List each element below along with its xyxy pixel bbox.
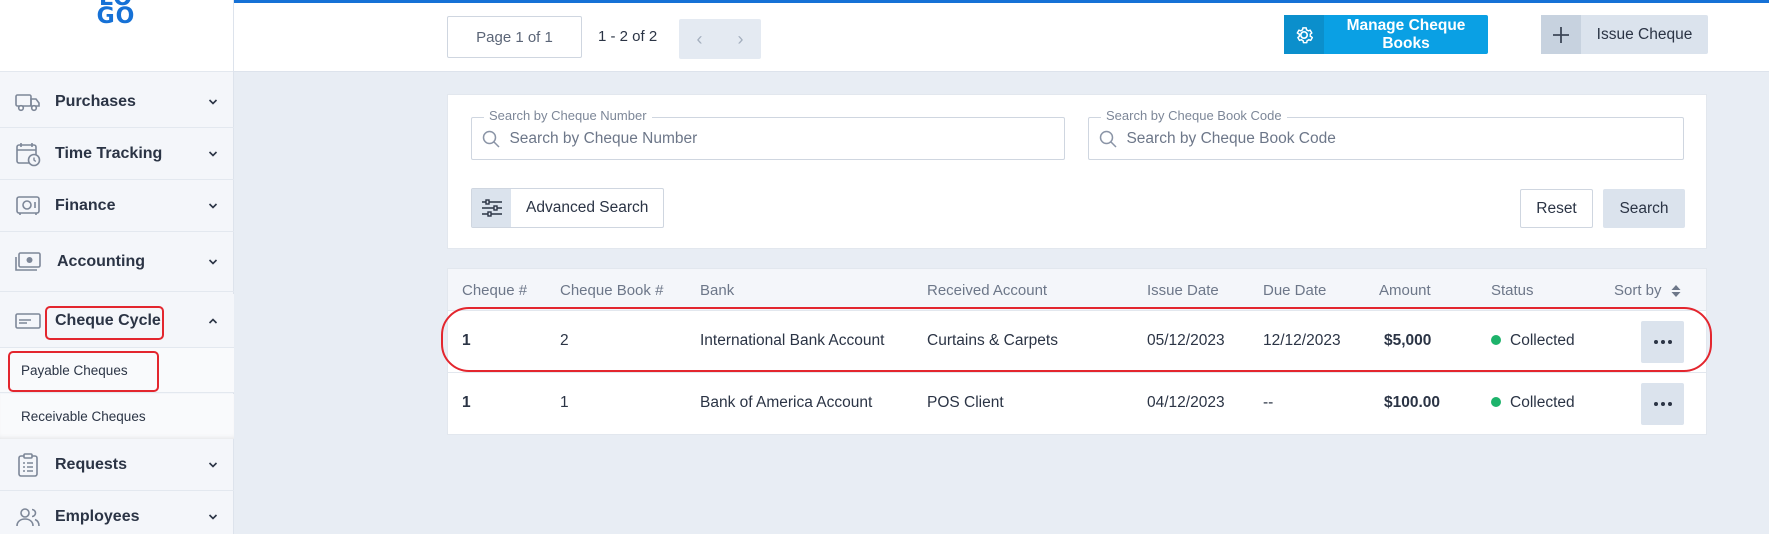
cell-received-account: Curtains & Carpets (927, 332, 1058, 349)
sidebar-item-label: Time Tracking (55, 144, 163, 162)
status-badge: Collected (1491, 394, 1575, 412)
cheque-number-search-label: Search by Cheque Number (484, 108, 652, 123)
table-row[interactable]: 1 2 International Bank Account Curtains … (448, 311, 1706, 373)
table-row[interactable]: 1 1 Bank of America Account POS Client 0… (448, 373, 1706, 435)
row-actions-button[interactable] (1641, 321, 1684, 363)
plus-icon (1541, 15, 1581, 54)
cell-cheque: 1 (462, 394, 471, 411)
clipboard-icon (14, 452, 42, 478)
cheques-table: Cheque # Cheque Book # Bank Received Acc… (447, 268, 1707, 435)
search-panel: Search by Cheque Number Search by Cheque… (447, 94, 1707, 249)
table-header: Cheque # Cheque Book # Bank Received Acc… (448, 269, 1706, 311)
cell-cheque-book: 1 (560, 394, 569, 411)
gear-icon (1284, 15, 1324, 54)
cheque-book-search-field[interactable]: Search by Cheque Book Code (1088, 108, 1684, 160)
chevron-left-icon[interactable]: ‹ (679, 19, 720, 59)
chevron-down-icon (208, 461, 218, 468)
manage-cheque-books-label: Manage Cheque Books (1346, 16, 1466, 52)
status-dot-icon (1491, 397, 1501, 407)
chevron-down-icon (208, 514, 218, 520)
truck-icon (14, 89, 42, 115)
sidebar: LO GO Purchases Time Tracking Finance Ac… (0, 0, 234, 534)
column-header-cheque-book: Cheque Book # (560, 282, 664, 299)
cell-due-date: -- (1263, 394, 1274, 411)
sidebar-item-label: Employees (55, 508, 140, 525)
column-header-amount: Amount (1379, 282, 1431, 299)
sidebar-subitem-label: Receivable Cheques (21, 409, 146, 424)
chevron-down-icon (208, 258, 218, 265)
safe-icon (14, 193, 42, 219)
cell-bank: International Bank Account (700, 332, 885, 349)
cell-amount: $100.00 (1384, 394, 1441, 411)
pagination-count: 1 - 2 of 2 (598, 28, 658, 45)
logo-area: LO GO (0, 0, 233, 72)
sidebar-item-employees[interactable]: Employees (0, 491, 234, 534)
sidebar-item-label: Purchases (55, 92, 136, 110)
cash-icon (14, 249, 42, 275)
cell-due-date: 12/12/2023 (1263, 332, 1341, 349)
cell-bank: Bank of America Account (700, 394, 873, 411)
sidebar-item-finance[interactable]: Finance (0, 180, 234, 232)
sidebar-item-accounting[interactable]: Accounting (0, 232, 234, 292)
search-icon (472, 130, 509, 148)
status-badge: Collected (1491, 332, 1575, 350)
column-header-due-date: Due Date (1263, 282, 1327, 299)
top-bar: Page 1 of 1 1 - 2 of 2 ‹ › Manage Cheque… (234, 0, 1769, 72)
status-label: Collected (1510, 332, 1575, 349)
sidebar-subitem-label: Payable Cheques (21, 362, 128, 378)
column-header-received-account: Received Account (927, 282, 1048, 299)
advanced-search-label: Advanced Search (526, 199, 649, 216)
column-header-bank: Bank (700, 282, 735, 299)
cell-received-account: POS Client (927, 394, 1004, 411)
cheque-number-search-field[interactable]: Search by Cheque Number (471, 108, 1065, 160)
search-icon (1089, 130, 1126, 148)
sidebar-item-time-tracking[interactable]: Time Tracking (0, 128, 234, 180)
calendar-clock-icon (14, 141, 42, 167)
sidebar-subitem-payable-cheques[interactable]: Payable Cheques (0, 348, 234, 393)
cell-amount: $5,000 (1384, 332, 1432, 349)
pagination-nav: ‹ › (679, 19, 761, 59)
cheque-icon (14, 308, 42, 334)
cheque-number-search-input[interactable] (509, 129, 1064, 148)
sliders-icon (472, 189, 511, 227)
row-actions-button[interactable] (1641, 383, 1684, 425)
advanced-search-button[interactable]: Advanced Search (471, 188, 664, 228)
sidebar-item-label: Cheque Cycle (55, 311, 161, 329)
cell-cheque-book: 2 (560, 332, 569, 349)
chevron-up-icon (208, 317, 218, 324)
cheque-book-search-label: Search by Cheque Book Code (1101, 108, 1287, 123)
column-header-cheque: Cheque # (462, 282, 528, 299)
reset-button[interactable]: Reset (1520, 189, 1593, 228)
column-header-status: Status (1491, 282, 1534, 299)
chevron-down-icon (208, 98, 218, 105)
cell-cheque: 1 (462, 332, 471, 349)
sidebar-item-label: Requests (55, 455, 128, 473)
chevron-down-icon (208, 150, 218, 157)
sidebar-item-label: Finance (55, 196, 116, 214)
sidebar-item-purchases[interactable]: Purchases (0, 76, 234, 128)
sidebar-item-cheque-cycle[interactable]: Cheque Cycle (0, 294, 234, 348)
sidebar-item-requests[interactable]: Requests (0, 439, 234, 491)
pagination-page-indicator[interactable]: Page 1 of 1 (447, 16, 582, 58)
sidebar-subitem-receivable-cheques[interactable]: Receivable Cheques (0, 394, 234, 439)
sidebar-item-label: Accounting (57, 252, 145, 270)
chevron-down-icon (208, 202, 218, 209)
manage-cheque-books-button[interactable]: Manage Cheque Books (1284, 15, 1488, 54)
issue-cheque-button[interactable]: Issue Cheque (1541, 15, 1708, 54)
sort-by-control[interactable]: Sort by (1614, 282, 1682, 299)
search-button[interactable]: Search (1603, 189, 1685, 228)
cell-issue-date: 05/12/2023 (1147, 332, 1225, 349)
sort-icon (1671, 284, 1681, 297)
chevron-right-icon[interactable]: › (720, 19, 761, 59)
logo[interactable]: LO GO (94, 0, 138, 28)
sort-by-label: Sort by (1614, 282, 1662, 299)
users-icon (14, 504, 42, 530)
cheque-book-search-input[interactable] (1126, 129, 1683, 148)
issue-cheque-label: Issue Cheque (1596, 25, 1693, 43)
status-label: Collected (1510, 394, 1575, 411)
cell-issue-date: 04/12/2023 (1147, 394, 1225, 411)
status-dot-icon (1491, 335, 1501, 345)
column-header-issue-date: Issue Date (1147, 282, 1219, 299)
